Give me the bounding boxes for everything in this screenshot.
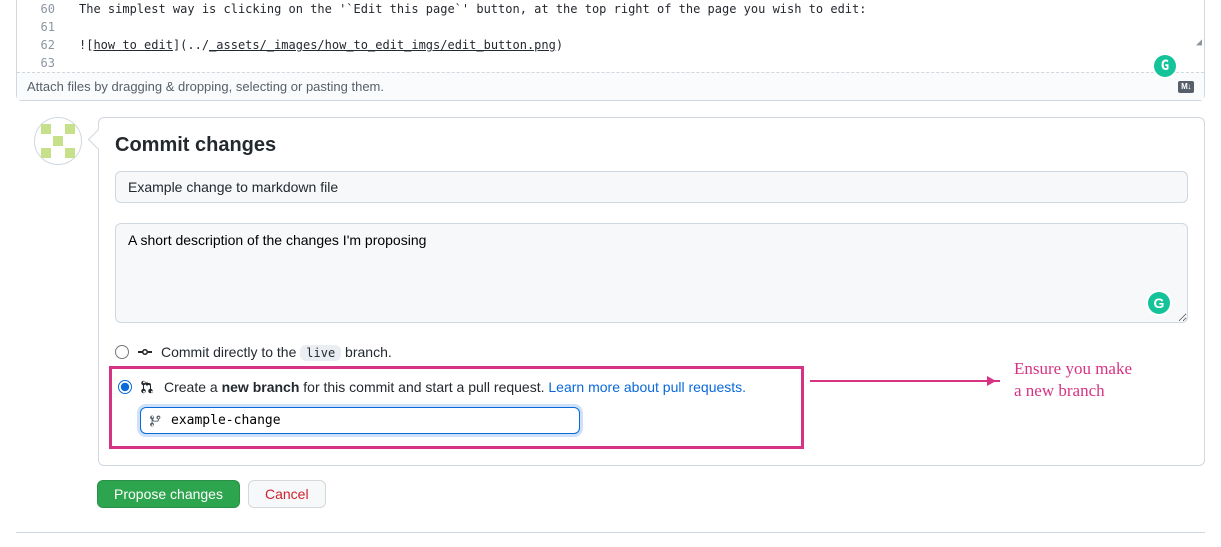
line-number: 62 [17, 36, 71, 54]
annotation-arrow-icon [810, 380, 1000, 382]
line-number: 63 [17, 54, 71, 72]
radio-new-branch[interactable]: Create a new branch for this commit and … [118, 375, 791, 399]
commit-heading: Commit changes [115, 134, 1188, 157]
propose-changes-button[interactable]: Propose changes [97, 480, 240, 508]
commit-description-textarea[interactable] [115, 223, 1188, 323]
commit-summary-input[interactable] [115, 171, 1188, 203]
line-number: 60 [17, 0, 71, 18]
footer-divider [16, 532, 1205, 533]
cancel-button[interactable]: Cancel [248, 480, 326, 508]
attach-files-bar[interactable]: Attach files by dragging & dropping, sel… [17, 72, 1204, 100]
annotation-text: Ensure you make a new branch [1014, 358, 1132, 402]
git-pull-request-icon [140, 379, 156, 395]
annotation-highlight-box: Create a new branch for this commit and … [109, 366, 804, 449]
code-text: The simplest way is clicking on the '`Ed… [71, 0, 866, 18]
commit-changes-panel: Commit changes G Commit directly to the … [98, 117, 1205, 466]
branch-name-input[interactable] [140, 407, 580, 434]
radio-commit-direct-input[interactable] [115, 345, 129, 359]
grammarly-icon[interactable]: G [1148, 292, 1170, 314]
grammarly-icon[interactable]: G [1154, 55, 1176, 77]
code-lines[interactable]: 60 The simplest way is clicking on the '… [17, 0, 1204, 72]
line-number: 61 [17, 18, 71, 36]
markdown-icon[interactable]: M↓ [1178, 81, 1194, 93]
radio-direct-label: Commit directly to the live branch. [161, 344, 392, 360]
resize-handle-icon[interactable]: ◢ [1196, 34, 1202, 52]
git-commit-icon [137, 344, 153, 360]
code-text [71, 54, 79, 72]
git-branch-icon [149, 414, 163, 428]
code-text [71, 18, 79, 36]
code-editor-panel: 60 The simplest way is clicking on the '… [16, 0, 1205, 101]
attach-hint-text: Attach files by dragging & dropping, sel… [27, 79, 384, 94]
avatar [34, 117, 82, 165]
learn-more-link[interactable]: Learn more about pull requests. [548, 379, 746, 395]
code-text: ![how to edit](../_assets/_images/how_to… [71, 36, 563, 54]
radio-new-branch-label: Create a new branch for this commit and … [164, 379, 746, 395]
radio-new-branch-input[interactable] [118, 380, 132, 394]
